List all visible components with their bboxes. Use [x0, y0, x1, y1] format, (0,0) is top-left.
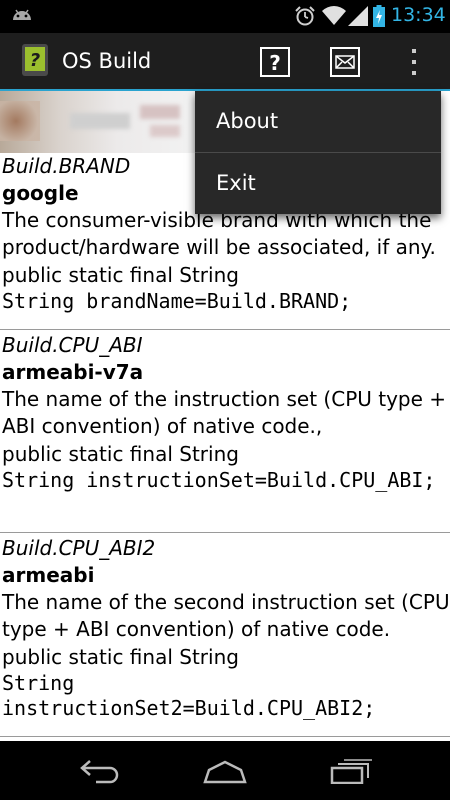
alarm-icon: [295, 6, 315, 26]
menu-item-label: About: [216, 109, 279, 133]
overflow-menu-button[interactable]: [392, 41, 436, 83]
menu-item-exit[interactable]: Exit: [195, 153, 441, 214]
svg-text:?: ?: [30, 50, 40, 71]
back-icon: [80, 760, 119, 784]
app-title: OS Build: [62, 49, 152, 73]
back-button[interactable]: [70, 751, 130, 791]
overflow-menu-icon: [412, 49, 416, 75]
list-item[interactable]: Build.CPU_ABI armeabi-v7a The name of th…: [0, 332, 450, 493]
entry-declaration: public static final String: [2, 645, 239, 669]
entry-description: The consumer-visible brand with which th…: [2, 208, 436, 259]
mail-icon: [330, 47, 360, 77]
home-icon: [203, 760, 247, 784]
app-icon[interactable]: ?: [18, 43, 52, 77]
recent-apps-button[interactable]: [320, 751, 380, 791]
question-icon: ?: [260, 47, 290, 77]
signal-icon: [348, 6, 368, 26]
divider: [0, 736, 450, 737]
navigation-bar: [0, 741, 450, 800]
status-bar: 13:34: [0, 0, 450, 33]
entry-code: String instructionSet=Build.CPU_ABI;: [2, 468, 436, 492]
mail-button[interactable]: [321, 41, 369, 83]
battery-icon: [373, 5, 385, 27]
divider: [0, 532, 450, 533]
entry-value: armeabi: [2, 563, 95, 587]
android-icon: [13, 9, 31, 20]
recent-apps-icon: [330, 759, 372, 784]
wifi-icon: [322, 6, 346, 26]
ad-banner[interactable]: [0, 91, 195, 153]
entry-name: Build.CPU_ABI2: [2, 536, 156, 560]
entry-declaration: public static final String: [2, 442, 239, 466]
clock: 13:34: [391, 4, 446, 26]
entry-value: armeabi-v7a: [2, 360, 144, 384]
menu-item-about[interactable]: About: [195, 91, 441, 152]
divider: [0, 329, 450, 330]
entry-declaration: public static final String: [2, 263, 239, 287]
entry-name: Build.CPU_ABI: [2, 333, 143, 357]
list-item[interactable]: Build.CPU_ABI2 armeabi The name of the s…: [0, 535, 450, 721]
overflow-menu: About Exit: [195, 91, 441, 214]
svg-text:?: ?: [269, 51, 281, 75]
entry-description: The name of the second instruction set (…: [2, 590, 450, 641]
menu-item-label: Exit: [216, 171, 256, 195]
action-bar: ? OS Build ?: [0, 33, 450, 91]
entry-code: String brandName=Build.BRAND;: [2, 289, 352, 313]
help-button[interactable]: ?: [251, 41, 299, 83]
entry-code: String instructionSet2=Build.CPU_ABI2;: [2, 671, 376, 720]
entry-description: The name of the instruction set (CPU typ…: [2, 387, 447, 438]
home-button[interactable]: [195, 751, 255, 791]
